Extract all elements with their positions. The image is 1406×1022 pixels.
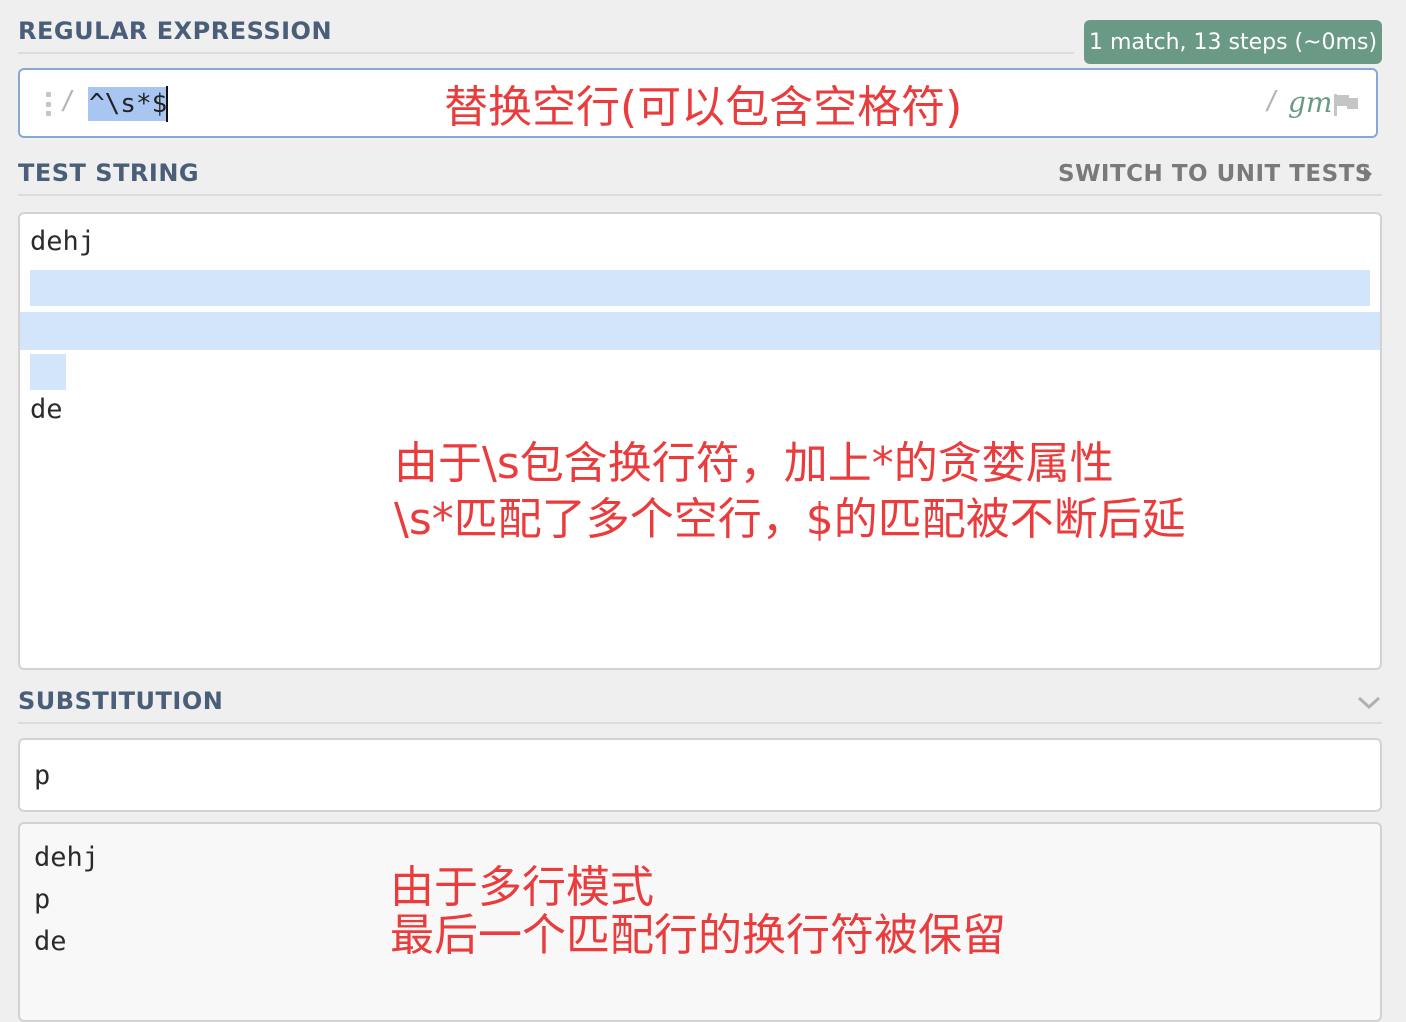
text-caret <box>166 86 168 122</box>
regex-input[interactable]: ^\s*$ <box>88 87 169 121</box>
match-highlight <box>20 312 1380 350</box>
result-line: de <box>34 926 67 957</box>
substitution-annotation-line-2: 最后一个匹配行的换行符被保留 <box>390 910 1006 961</box>
match-highlight <box>30 354 66 390</box>
substitution-title: SUBSTITUTION <box>18 687 224 715</box>
substitution-input[interactable]: p <box>18 738 1382 812</box>
chevron-down-icon[interactable] <box>1356 695 1382 711</box>
test-line: de <box>30 394 63 425</box>
regex-close-delimiter: / <box>1264 86 1280 116</box>
result-line: p <box>34 884 51 915</box>
regex-flags-button[interactable]: gm <box>1288 86 1332 119</box>
substitution-divider <box>18 722 1382 724</box>
flag-icon[interactable] <box>1332 92 1360 118</box>
regex-annotation: 替换空行(可以包含空格符) <box>444 82 963 133</box>
match-highlight <box>30 270 1370 306</box>
result-line: dehj <box>34 842 100 873</box>
regex-open-delimiter: / <box>60 86 76 116</box>
caret-right-icon[interactable] <box>1362 166 1374 182</box>
test-string-title: TEST STRING <box>18 159 200 187</box>
drag-handle-icon[interactable] <box>44 92 52 116</box>
match-info-badge: 1 match, 13 steps (~0ms) <box>1084 20 1382 64</box>
regex-section-title: REGULAR EXPRESSION <box>18 17 333 45</box>
regex-header-divider <box>18 52 1074 54</box>
test-line: dehj <box>30 226 96 257</box>
switch-to-unit-tests-link[interactable]: SWITCH TO UNIT TESTS <box>1058 161 1372 187</box>
test-string-divider <box>18 194 1382 196</box>
test-annotation-line-1: 由于\s包含换行符，加上*的贪婪属性 <box>394 438 1114 489</box>
test-annotation-line-2: \s*匹配了多个空行，$的匹配被不断后延 <box>394 494 1186 545</box>
substitution-value: p <box>34 760 51 791</box>
